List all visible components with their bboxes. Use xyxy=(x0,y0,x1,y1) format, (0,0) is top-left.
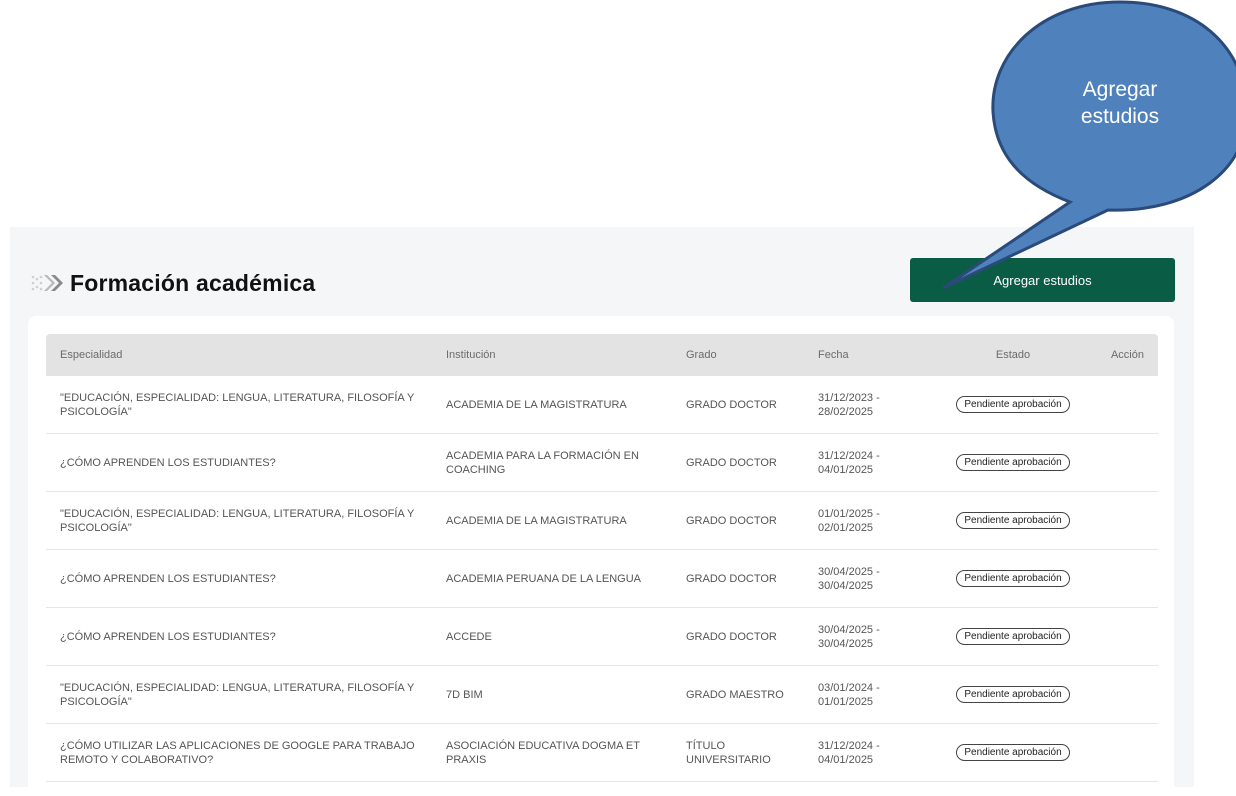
cell-especialidad: ¿CÓMO APRENDEN LOS ESTUDIANTES? xyxy=(60,630,276,643)
table-row: "EDUCACIÓN, ESPECIALIDAD: LENGUA, LITERA… xyxy=(46,376,1158,434)
cell-estado: Pendiente aprobación xyxy=(930,628,1096,645)
cell-grado: GRADO DOCTOR xyxy=(686,572,777,585)
cell-institucion: ACADEMIA DE LA MAGISTRATURA xyxy=(446,514,627,527)
status-badge: Pendiente aprobación xyxy=(956,570,1070,587)
header-estado: Estado xyxy=(995,349,1031,361)
cell-institucion: ACADEMIA PARA LA FORMACIÓN EN COACHING xyxy=(446,449,639,476)
cell-estado: Pendiente aprobación xyxy=(930,512,1096,529)
table-row: ¿CÓMO UTILIZAR LAS APLICACIONES DE GOOGL… xyxy=(46,724,1158,782)
cell-institucion: ACCEDE xyxy=(446,630,492,643)
cell-especialidad: "EDUCACIÓN, ESPECIALIDAD: LENGUA, LITERA… xyxy=(60,507,415,534)
page-title: Formación académica xyxy=(70,269,316,296)
cell-fecha: 30/04/2025 - 30/04/2025 xyxy=(818,623,880,650)
table-header: Especialidad Institución Grado Fecha Est… xyxy=(46,334,1158,376)
status-badge: Pendiente aprobación xyxy=(956,628,1070,645)
cell-grado: GRADO DOCTOR xyxy=(686,456,777,469)
cell-institucion: ACADEMIA DE LA MAGISTRATURA xyxy=(446,398,627,411)
header-institucion: Institución xyxy=(446,349,496,361)
cell-fecha: 30/04/2025 - 30/04/2025 xyxy=(818,565,880,592)
cell-grado: GRADO DOCTOR xyxy=(686,514,777,527)
table-row: ¿CÓMO APRENDEN LOS ESTUDIANTES? ACADEMIA… xyxy=(46,550,1158,608)
cell-fecha: 03/01/2024 - 01/01/2025 xyxy=(818,681,880,708)
add-studies-button[interactable]: Agregar estudios xyxy=(910,258,1175,302)
cell-especialidad: ¿CÓMO APRENDEN LOS ESTUDIANTES? xyxy=(60,572,276,585)
status-badge: Pendiente aprobación xyxy=(956,686,1070,703)
cell-grado: GRADO MAESTRO xyxy=(686,688,784,701)
table-row: "EDUCACIÓN, ESPECIALIDAD: LENGUA, LITERA… xyxy=(46,492,1158,550)
status-badge: Pendiente aprobación xyxy=(956,512,1070,529)
status-badge: Pendiente aprobación xyxy=(956,396,1070,413)
status-badge: Pendiente aprobación xyxy=(956,454,1070,471)
cell-estado: Pendiente aprobación xyxy=(930,744,1096,761)
header-especialidad: Especialidad xyxy=(60,349,123,361)
studies-table: Especialidad Institución Grado Fecha Est… xyxy=(46,334,1158,782)
cell-especialidad: "EDUCACIÓN, ESPECIALIDAD: LENGUA, LITERA… xyxy=(60,681,415,708)
cell-especialidad: "EDUCACIÓN, ESPECIALIDAD: LENGUA, LITERA… xyxy=(60,391,415,418)
table-row: ¿CÓMO APRENDEN LOS ESTUDIANTES? ACADEMIA… xyxy=(46,434,1158,492)
cell-institucion: ASOCIACIÓN EDUCATIVA DOGMA ET PRAXIS xyxy=(446,739,640,766)
section-header: Formación académica xyxy=(30,266,315,300)
table-row: "EDUCACIÓN, ESPECIALIDAD: LENGUA, LITERA… xyxy=(46,666,1158,724)
chevron-double-right-icon xyxy=(31,275,63,291)
table-row: ¿CÓMO APRENDEN LOS ESTUDIANTES? ACCEDE G… xyxy=(46,608,1158,666)
header-accion: Acción xyxy=(1110,349,1144,361)
cell-grado: TÍTULO UNIVERSITARIO xyxy=(686,739,771,766)
cell-institucion: 7D BIM xyxy=(446,688,483,701)
cell-estado: Pendiente aprobación xyxy=(930,686,1096,703)
cell-fecha: 31/12/2024 - 04/01/2025 xyxy=(818,739,880,766)
callout-text: Agregar estudios xyxy=(1050,76,1190,130)
cell-estado: Pendiente aprobación xyxy=(930,570,1096,587)
status-badge: Pendiente aprobación xyxy=(956,744,1070,761)
cell-grado: GRADO DOCTOR xyxy=(686,398,777,411)
cell-fecha: 31/12/2024 - 04/01/2025 xyxy=(818,449,880,476)
header-grado: Grado xyxy=(686,349,717,361)
cell-especialidad: ¿CÓMO APRENDEN LOS ESTUDIANTES? xyxy=(60,456,276,469)
cell-fecha: 01/01/2025 - 02/01/2025 xyxy=(818,507,880,534)
callout-line-2: estudios xyxy=(1080,105,1160,128)
cell-estado: Pendiente aprobación xyxy=(930,454,1096,471)
cell-estado: Pendiente aprobación xyxy=(930,396,1096,413)
cell-institucion: ACADEMIA PERUANA DE LA LENGUA xyxy=(446,572,642,585)
callout-line-1: Agregar xyxy=(1082,78,1158,101)
header-fecha: Fecha xyxy=(818,349,849,361)
cell-fecha: 31/12/2023 - 28/02/2025 xyxy=(818,391,880,418)
cell-especialidad: ¿CÓMO UTILIZAR LAS APLICACIONES DE GOOGL… xyxy=(60,739,415,766)
cell-grado: GRADO DOCTOR xyxy=(686,630,777,643)
